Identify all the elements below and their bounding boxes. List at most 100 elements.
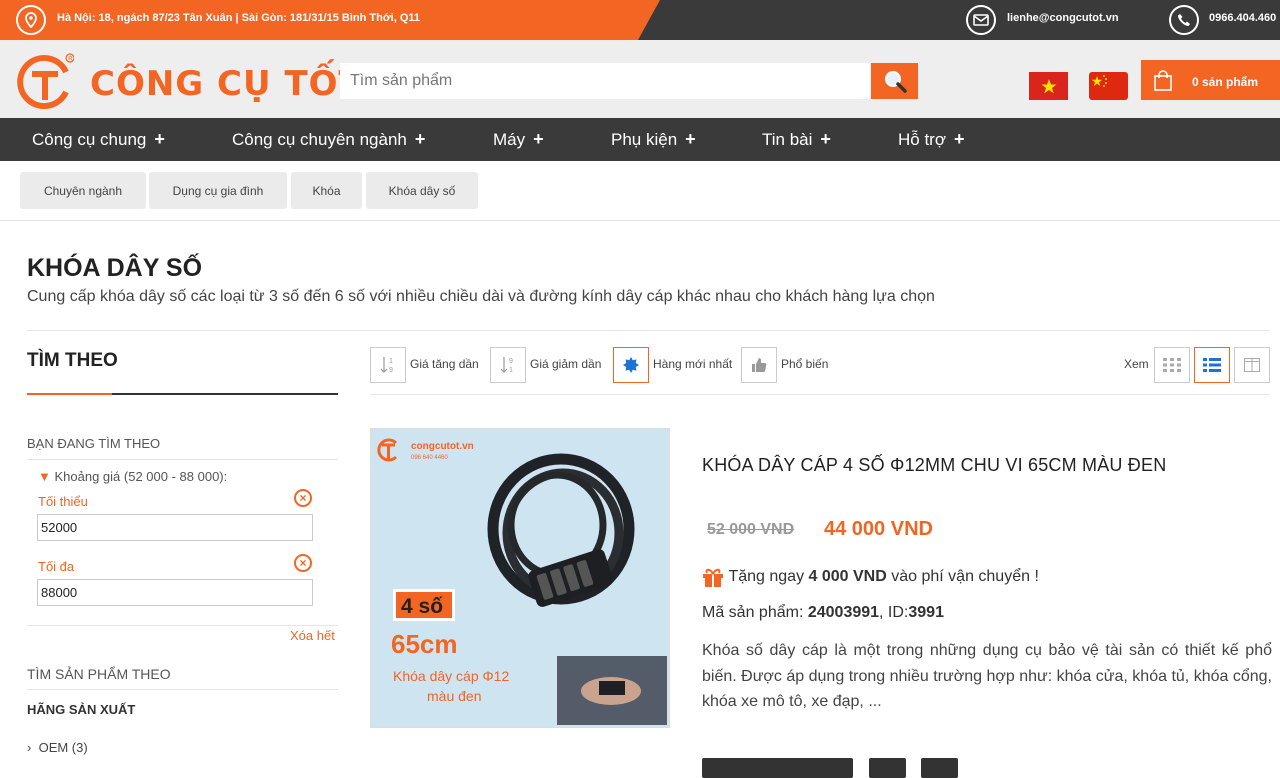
brand-filter-item[interactable]: › OEM (3) bbox=[27, 740, 88, 755]
image-phone-text: 096 640 4460 bbox=[411, 455, 448, 461]
image-length-text: 65cm bbox=[391, 629, 458, 659]
plus-icon: + bbox=[820, 129, 831, 149]
page-title: KHÓA DÂY SỐ bbox=[27, 254, 203, 282]
divider bbox=[27, 625, 338, 626]
image-brand-text: congcutot.vn bbox=[411, 441, 474, 452]
image-badge-text: 4 số bbox=[401, 595, 443, 618]
sort-ascending-icon: 19 bbox=[380, 357, 393, 374]
svg-text:9: 9 bbox=[389, 367, 393, 374]
gift-icon bbox=[703, 568, 723, 587]
contact-phone-link[interactable]: 0966.404.460 bbox=[1209, 12, 1276, 24]
divider bbox=[27, 330, 1270, 331]
location-icon bbox=[16, 5, 46, 35]
search-icon bbox=[884, 71, 907, 93]
nav-item-label: Hỗ trợ bbox=[898, 130, 946, 149]
breadcrumb-item[interactable]: Khóa bbox=[291, 172, 362, 209]
plus-icon: + bbox=[954, 129, 965, 149]
svg-text:1: 1 bbox=[509, 367, 513, 374]
cart-count[interactable]: 0 sản phẩm bbox=[1192, 75, 1258, 89]
new-badge-icon bbox=[623, 357, 639, 373]
sort-popular-label[interactable]: Phổ biến bbox=[781, 357, 828, 371]
add-to-cart-button[interactable] bbox=[702, 758, 853, 778]
min-price-label: Tối thiểu bbox=[38, 494, 88, 509]
store-address: Hà Nội: 18, ngách 87/23 Tân Xuân | Sài G… bbox=[57, 12, 421, 24]
filter-title: TÌM THEO bbox=[27, 350, 118, 371]
category-description: Cung cấp khóa dây số các loại từ 3 số đế… bbox=[27, 288, 935, 305]
filter-title-underline bbox=[27, 393, 338, 395]
chevron-right-icon: › bbox=[27, 740, 32, 755]
breadcrumb-item[interactable]: Chuyên ngành bbox=[20, 172, 146, 209]
product-title-link[interactable]: KHÓA DÂY CÁP 4 SỐ Φ12MM CHU VI 65CM MÀU … bbox=[702, 455, 1166, 476]
sort-newest-button[interactable] bbox=[613, 347, 649, 383]
nav-item-ho-tro[interactable]: Hỗ trợ + bbox=[898, 129, 965, 150]
price-range-filter: ▼ Khoảng giá (52 000 - 88 000): bbox=[38, 469, 227, 484]
gift-amount: 4 000 VND bbox=[808, 568, 887, 585]
grid-view-button[interactable] bbox=[1154, 347, 1190, 383]
plus-icon: + bbox=[685, 129, 696, 149]
list-view-button[interactable] bbox=[1194, 347, 1230, 383]
id-label: , ID: bbox=[879, 604, 909, 621]
nav-item-phu-kien[interactable]: Phụ kiện + bbox=[611, 129, 696, 150]
nav-item-label: Máy bbox=[493, 130, 526, 149]
image-caption-line1: Khóa dây cáp Φ12 bbox=[393, 668, 509, 684]
nav-item-label: Công cụ chuyên ngành bbox=[232, 130, 407, 149]
max-price-input[interactable] bbox=[37, 579, 313, 606]
nav-item-label: Phụ kiện bbox=[611, 130, 678, 149]
image-caption-line2: màu đen bbox=[427, 688, 481, 704]
product-image[interactable]: congcutot.vn 096 640 4460 4 số 65cm Khóa… bbox=[370, 428, 670, 728]
find-products-heading: TÌM SẢN PHẨM THEO bbox=[27, 666, 171, 682]
product-photo: congcutot.vn 096 640 4460 4 số 65cm Khóa… bbox=[371, 429, 669, 727]
phone-icon[interactable] bbox=[1169, 5, 1199, 35]
column-view-button[interactable] bbox=[1234, 347, 1270, 383]
logo-mark-icon: R bbox=[17, 53, 75, 109]
mail-icon[interactable] bbox=[966, 5, 996, 35]
brand-filter-label: OEM (3) bbox=[38, 740, 88, 755]
nav-item-may[interactable]: Máy + bbox=[493, 129, 544, 150]
breadcrumb-item[interactable]: Khóa dây số bbox=[366, 172, 478, 209]
breadcrumb-item[interactable]: Dụng cụ gia đình bbox=[149, 172, 287, 209]
view-mode-label: Xem bbox=[1124, 357, 1149, 371]
sort-popular-button[interactable] bbox=[741, 347, 777, 383]
sort-price-asc-button[interactable]: 19 bbox=[370, 347, 406, 383]
shopping-bag-icon bbox=[1154, 70, 1172, 91]
gift-prefix: Tặng ngay bbox=[728, 568, 805, 585]
plus-icon: + bbox=[533, 129, 544, 149]
nav-item-tin-bai[interactable]: Tin bài + bbox=[762, 129, 831, 150]
brand-heading: HÃNG SẢN XUẤT bbox=[27, 702, 136, 717]
svg-text:R: R bbox=[68, 57, 73, 63]
chinese-flag-icon[interactable] bbox=[1089, 72, 1128, 100]
sort-price-desc-button[interactable]: 91 bbox=[490, 347, 526, 383]
price-range-label: Khoảng giá (52 000 - 88 000): bbox=[54, 469, 228, 484]
remove-min-price-icon[interactable]: × bbox=[294, 489, 312, 507]
product-sku: Mã sản phẩm: 24003991, ID:3991 bbox=[702, 604, 944, 622]
divider bbox=[27, 689, 338, 690]
nav-item-cong-cu-chuyen-nganh[interactable]: Công cụ chuyên ngành + bbox=[232, 129, 425, 150]
shipping-gift: Tặng ngay 4 000 VND vào phí vận chuyển ! bbox=[702, 567, 1039, 587]
nav-item-cong-cu-chung[interactable]: Công cụ chung + bbox=[32, 129, 165, 150]
wishlist-button[interactable] bbox=[921, 758, 958, 778]
old-price: 52 000 VND bbox=[707, 521, 795, 538]
grid-icon bbox=[1163, 358, 1181, 372]
sort-price-desc-label[interactable]: Giá giảm dần bbox=[530, 357, 601, 371]
nav-item-label: Tin bài bbox=[762, 130, 813, 149]
sort-newest-label[interactable]: Hàng mới nhất bbox=[653, 357, 732, 371]
search-button[interactable] bbox=[871, 63, 918, 99]
id-value: 3991 bbox=[908, 604, 944, 621]
contact-email-link[interactable]: lienhe@congcutot.vn bbox=[1007, 12, 1119, 24]
sort-price-asc-label[interactable]: Giá tăng dần bbox=[410, 357, 479, 371]
search-input[interactable] bbox=[340, 63, 870, 99]
min-price-input[interactable] bbox=[37, 514, 313, 541]
vietnamese-flag-icon[interactable] bbox=[1029, 72, 1068, 100]
gift-suffix: vào phí vận chuyển ! bbox=[891, 568, 1039, 585]
clear-filters-link[interactable]: Xóa hết bbox=[290, 628, 335, 643]
thumbs-up-icon bbox=[752, 358, 767, 372]
sku-label: Mã sản phẩm: bbox=[702, 604, 804, 621]
divider bbox=[27, 459, 338, 460]
logo-text: CÔNG CỤ TỐT bbox=[90, 64, 363, 104]
sku-value: 24003991 bbox=[807, 604, 880, 621]
site-logo[interactable]: R CÔNG CỤ TỐT bbox=[14, 50, 362, 112]
compare-button[interactable] bbox=[869, 758, 906, 778]
nav-item-label: Công cụ chung bbox=[32, 130, 147, 149]
svg-text:9: 9 bbox=[509, 358, 513, 365]
remove-max-price-icon[interactable]: × bbox=[294, 554, 312, 572]
